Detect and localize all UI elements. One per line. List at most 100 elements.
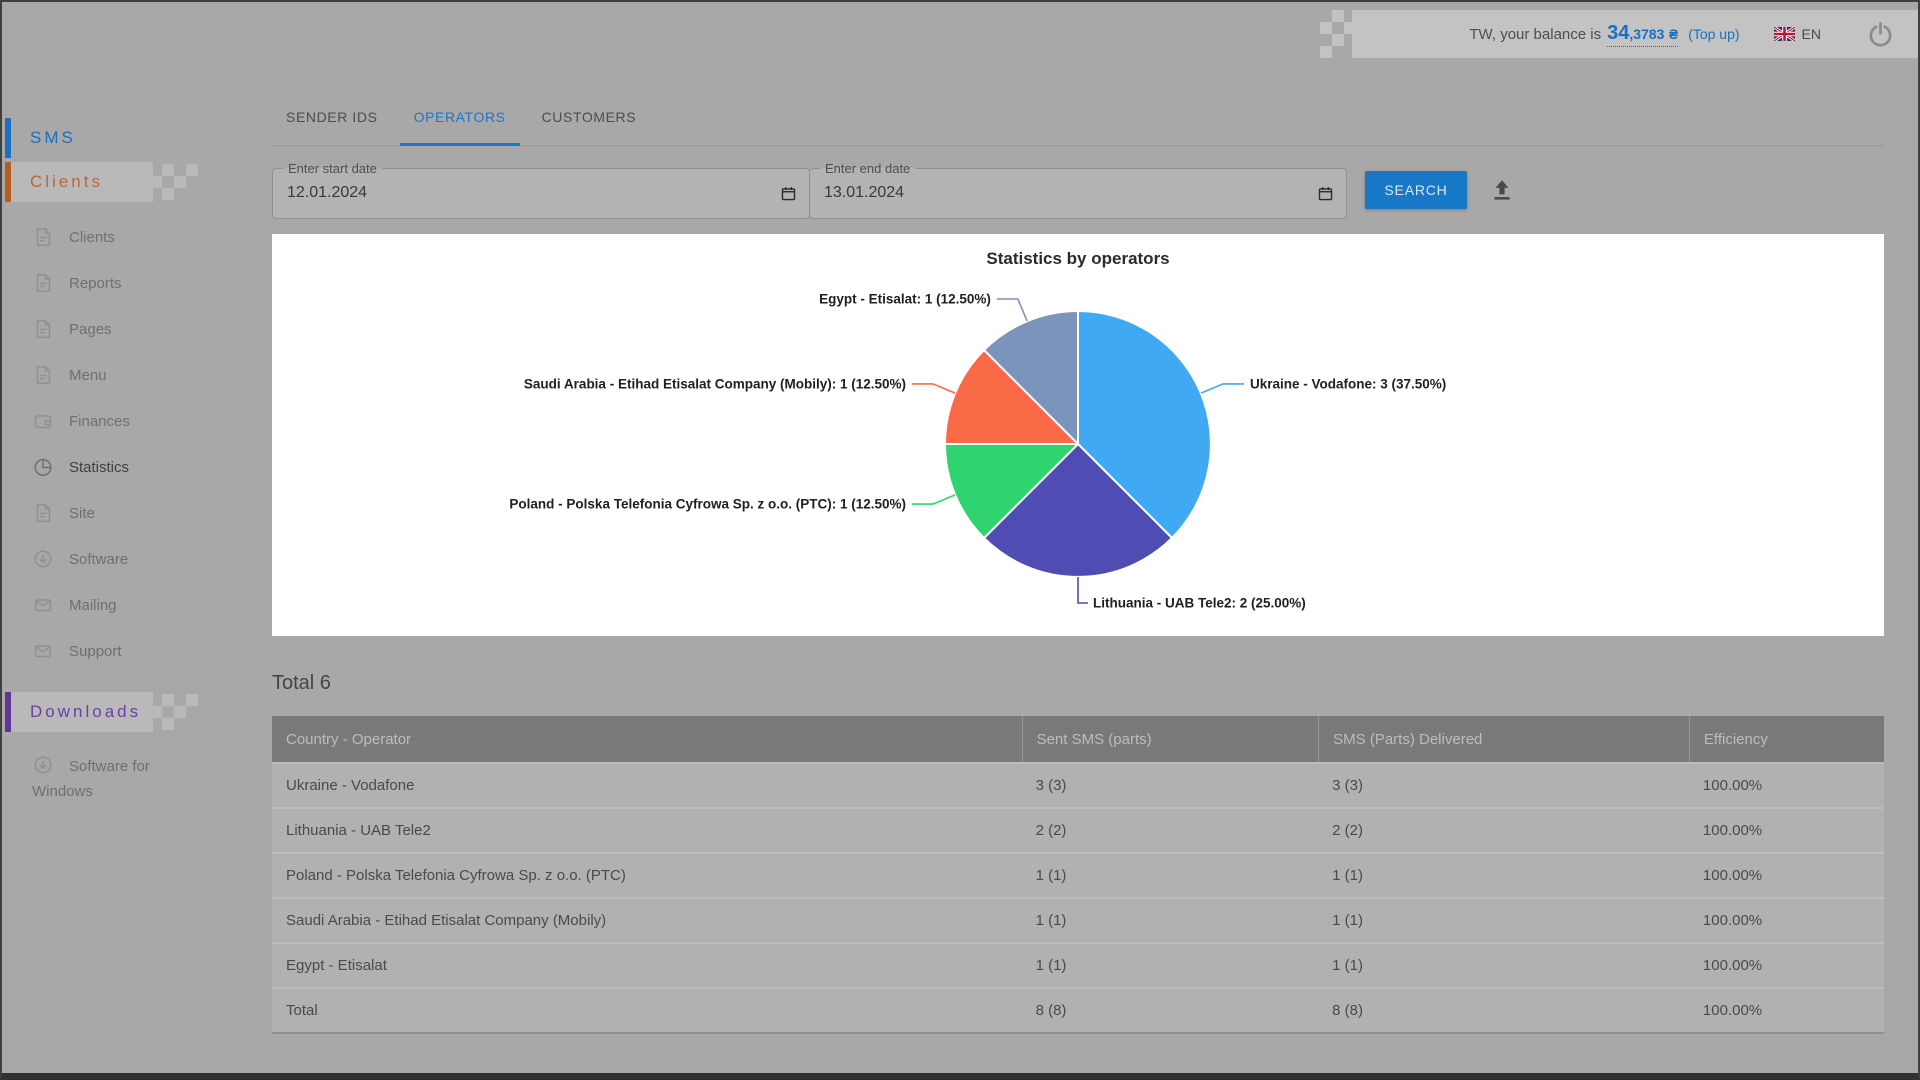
sidebar-item-label: Support [69, 643, 122, 660]
table-cell: 1 (1) [1318, 899, 1689, 942]
power-button[interactable] [1867, 21, 1894, 48]
table-row: Total8 (8)8 (8)100.00% [272, 987, 1884, 1032]
tab-sender-ids[interactable]: SENDER IDS [272, 90, 392, 146]
download-icon [32, 548, 54, 570]
table-cell: Lithuania - UAB Tele2 [272, 809, 1022, 852]
tab-operators[interactable]: OPERATORS [400, 90, 520, 146]
pie-chart: Ukraine - Vodafone: 3 (37.50%) Lithuania … [272, 234, 1884, 636]
table-row: Saudi Arabia - Etihad Etisalat Company (… [272, 897, 1884, 942]
sidebar-item-label: Reports [69, 275, 122, 292]
table-cell: 1 (1) [1318, 944, 1689, 987]
table-cell: 100.00% [1689, 944, 1884, 987]
pie-leader-line [912, 495, 955, 504]
table-cell: Poland - Polska Telefonia Cyfrowa Sp. z … [272, 854, 1022, 897]
calendar-icon[interactable] [1317, 185, 1334, 202]
sidebar-item-finances[interactable]: Finances [2, 398, 232, 444]
pie-slice-label: Ukraine - Vodafone: 3 (37.50%) [1250, 376, 1446, 391]
search-button[interactable]: SEARCH [1365, 171, 1467, 209]
table-cell: 100.00% [1689, 854, 1884, 897]
table-cell: 3 (3) [1318, 764, 1689, 807]
start-date-field: Enter start date [272, 161, 810, 219]
end-date-input[interactable] [812, 184, 1317, 202]
table-cell: 1 (1) [1022, 854, 1319, 897]
pixel-decoration [150, 164, 198, 200]
sidebar-menu: Clients Reports PagesMenu Finances Statistic… [2, 214, 232, 674]
table-cell: 1 (1) [1022, 944, 1319, 987]
wallet-icon [32, 410, 54, 432]
document-icon [32, 318, 54, 340]
pie-leader-line [912, 384, 955, 393]
sidebar-section-label: Downloads [2, 702, 141, 722]
sidebar-item-label: Statistics [69, 459, 129, 476]
table-cell: 1 (1) [1022, 899, 1319, 942]
sidebar-item-software-for-windows[interactable]: Software for Windows [2, 754, 172, 804]
sidebar-item-label: Finances [69, 413, 130, 430]
sidebar: SMS Clients Clients Reports PagesMenu Finan… [2, 118, 232, 804]
start-date-label: Enter start date [283, 161, 382, 176]
total-count-label: Total 6 [272, 672, 1884, 695]
document-icon [32, 502, 54, 524]
sidebar-item-statistics[interactable]: Statistics [2, 444, 232, 490]
pixel-decoration [150, 694, 198, 730]
table-header-cell: SMS (Parts) Delivered [1318, 716, 1689, 762]
table-cell: 1 (1) [1318, 854, 1689, 897]
pie-slice-label: Lithuania - UAB Tele2: 2 (25.00%) [1093, 596, 1306, 611]
sidebar-item-clients[interactable]: Clients [2, 214, 232, 260]
table-row: Egypt - Etisalat1 (1)1 (1)100.00% [272, 942, 1884, 987]
table-cell: 3 (3) [1022, 764, 1319, 807]
table-cell: Total [272, 989, 1022, 1032]
language-label: EN [1802, 26, 1821, 42]
language-selector[interactable]: EN [1774, 26, 1821, 42]
upload-icon [1489, 177, 1515, 203]
sidebar-item-label: Software [69, 551, 128, 568]
pie-slice-label: Saudi Arabia - Etihad Etisalat Company (… [524, 376, 906, 391]
sidebar-item-pages[interactable]: Pages [2, 306, 232, 352]
envelope-icon [32, 640, 54, 662]
table-cell: Saudi Arabia - Etihad Etisalat Company (… [272, 899, 1022, 942]
pie-leader-line [1078, 577, 1088, 603]
balance-link[interactable]: 34,3783 ₴ [1607, 22, 1678, 47]
end-date-field: Enter end date [809, 161, 1347, 219]
sidebar-section-label: SMS [2, 128, 76, 148]
main-content: SENDER IDSOPERATORSCUSTOMERS Enter start… [272, 90, 1884, 1034]
tab-customers[interactable]: CUSTOMERS [528, 90, 651, 146]
sidebar-item-software[interactable]: Software [2, 536, 232, 582]
sidebar-item-site[interactable]: Site [2, 490, 232, 536]
table-header-cell: Sent SMS (parts) [1022, 716, 1319, 762]
sidebar-section-label: Clients [2, 172, 103, 192]
sidebar-item-mailing[interactable]: Mailing [2, 582, 232, 628]
top-up-link[interactable]: (Top up) [1688, 26, 1739, 42]
sidebar-section-clients[interactable]: Clients [2, 162, 232, 202]
document-icon [32, 226, 54, 248]
pie-slice-label: Poland - Polska Telefonia Cyfrowa Sp. z … [509, 497, 906, 512]
table-cell: 100.00% [1689, 764, 1884, 807]
end-date-label: Enter end date [820, 161, 915, 176]
sidebar-item-label: Mailing [69, 597, 117, 614]
sidebar-item-reports[interactable]: Reports [2, 260, 232, 306]
filter-bar: Enter start date Enter end date [272, 161, 1884, 219]
power-icon [1867, 21, 1894, 48]
start-date-input[interactable] [275, 184, 780, 202]
table-header-row: Country - OperatorSent SMS (parts)SMS (P… [272, 716, 1884, 762]
calendar-icon[interactable] [780, 185, 797, 202]
sidebar-section-downloads[interactable]: Downloads [2, 692, 232, 732]
sidebar-section-sms[interactable]: SMS [2, 118, 232, 158]
export-button[interactable] [1489, 177, 1515, 203]
document-icon [32, 364, 54, 386]
sidebar-item-support[interactable]: Support [2, 628, 232, 674]
download-icon [32, 754, 54, 776]
sidebar-item-menu[interactable]: Menu [2, 352, 232, 398]
pie-leader-line [1201, 384, 1244, 393]
chart-title: Statistics by operators [272, 234, 1884, 269]
currency-symbol: ₴ [1669, 26, 1678, 42]
table-cell: Ukraine - Vodafone [272, 764, 1022, 807]
topbar: TW, your balance is 34,3783 ₴ (Top up) E… [1352, 10, 1918, 58]
table-row: Ukraine - Vodafone3 (3)3 (3)100.00% [272, 762, 1884, 807]
table-cell: 8 (8) [1318, 989, 1689, 1032]
balance-decimals: ,3783 [1629, 26, 1664, 42]
sidebar-item-label: Clients [69, 229, 115, 246]
pie-slice-label: Egypt - Etisalat: 1 (12.50%) [819, 292, 991, 307]
table-header-cell: Country - Operator [272, 716, 1022, 762]
app-window: TW, your balance is 34,3783 ₴ (Top up) E… [0, 0, 1920, 1080]
tab-bar: SENDER IDSOPERATORSCUSTOMERS [272, 90, 1884, 146]
